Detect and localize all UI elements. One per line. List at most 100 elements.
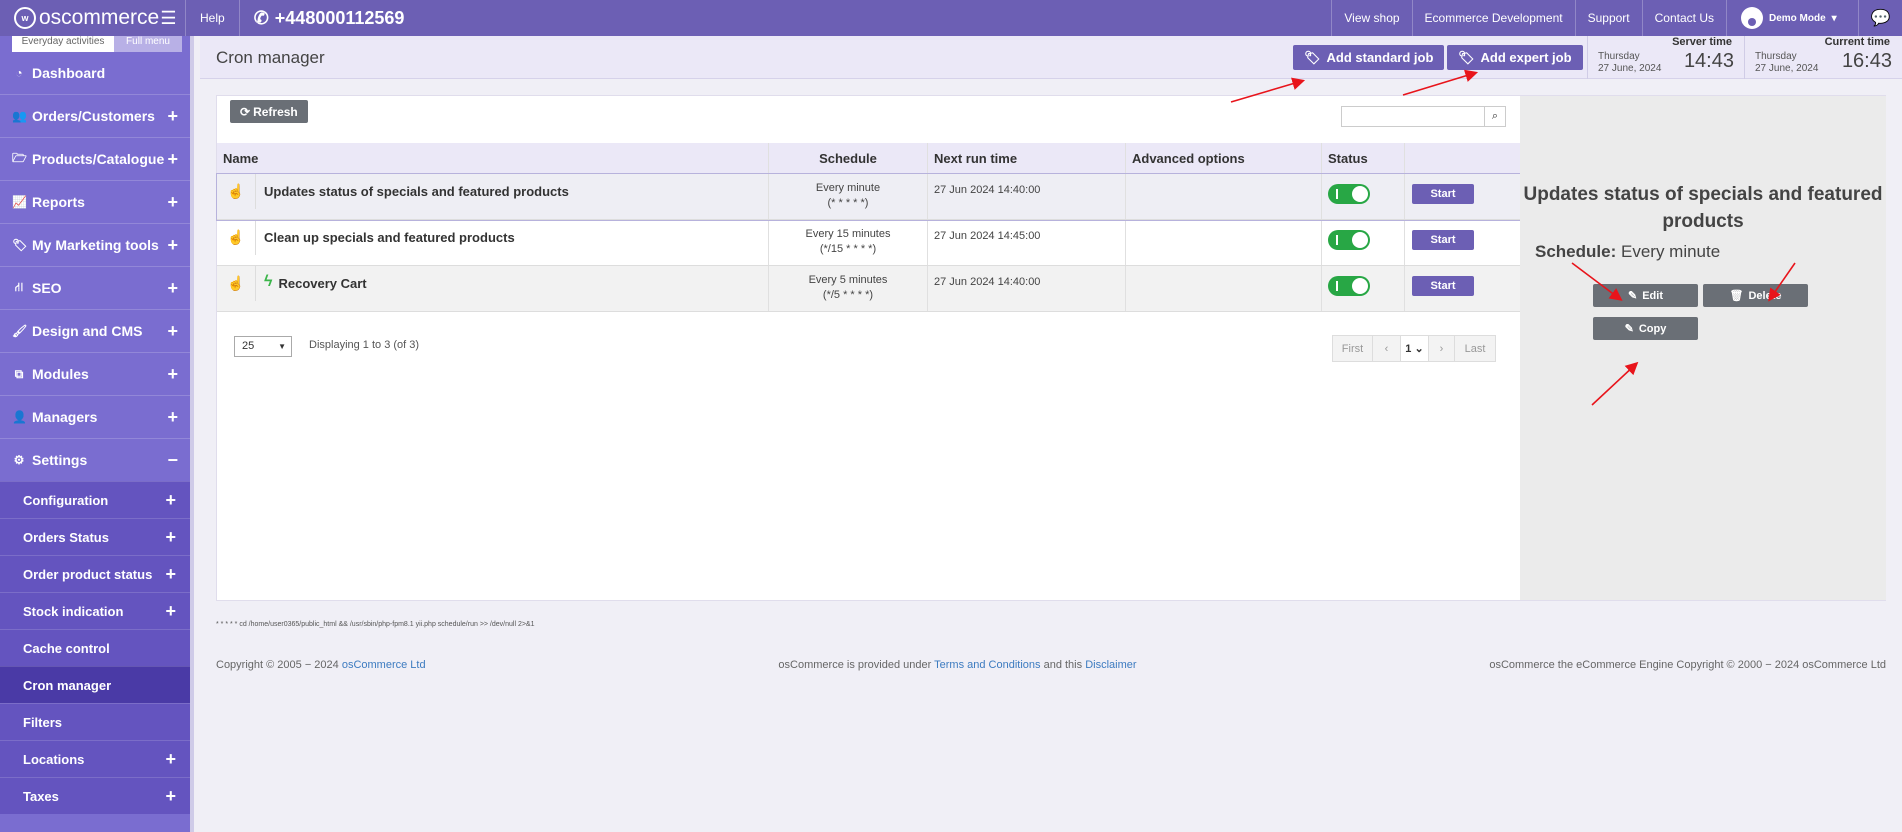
add-standard-job-button[interactable]: 🏷 Add standard job [1293, 45, 1445, 70]
cell-schedule: Every minute (* * * * *) [769, 174, 928, 219]
page-select[interactable]: 1 ⌄ [1401, 336, 1429, 361]
puzzle-icon: ⧉ [14, 366, 24, 381]
start-button[interactable]: Start [1412, 230, 1474, 250]
terms-link[interactable]: Terms and Conditions [934, 659, 1040, 671]
first-page-button[interactable]: First [1333, 336, 1373, 361]
pencil-icon: ✎ [1628, 290, 1638, 302]
user-menu[interactable]: Demo Mode ▾ [1726, 0, 1858, 36]
sidebar-item-seo[interactable]: ⛙ SEO + [0, 266, 194, 309]
drag-handle-icon[interactable]: ☝ [217, 266, 256, 301]
cron-jobs-table: Name Schedule Next run time Advanced opt… [216, 143, 1521, 312]
chevron-down-icon: ▾ [1831, 12, 1837, 24]
column-name[interactable]: Name [217, 143, 769, 173]
oscommerce-ltd-link[interactable]: osCommerce Ltd [342, 659, 426, 671]
sidebar-subitem-taxes[interactable]: Taxes + [0, 777, 194, 814]
sidebar-item-managers[interactable]: 👤 Managers + [0, 395, 194, 438]
tab-everyday-activities[interactable]: Everyday activities [12, 36, 114, 52]
search-input[interactable] [1341, 106, 1485, 127]
current-time-clock: Current time Thursday 27 June, 2024 16:43 [1744, 36, 1902, 79]
caret-down-icon: ▼ [278, 342, 286, 351]
menu-toggle-icon[interactable]: ☰ [152, 0, 186, 36]
delete-button[interactable]: 🗑 Delete [1703, 284, 1808, 307]
sidebar-item-products-catalogue[interactable]: 🗁 Products/Catalogue + [0, 137, 194, 180]
expand-icon: + [167, 277, 178, 298]
cell-name: ☝ Clean up specials and featured products [217, 220, 769, 265]
sidebar-item-settings[interactable]: ⚙ Settings − [0, 438, 194, 481]
contact-us-link[interactable]: Contact Us [1641, 0, 1726, 36]
add-standard-job-label: Add standard job [1326, 50, 1434, 65]
expand-icon: + [167, 148, 178, 169]
column-actions [1405, 143, 1520, 173]
sidebar-item-my-marketing-tools[interactable]: 🏷 My Marketing tools + [0, 223, 194, 266]
column-advanced-options[interactable]: Advanced options [1126, 143, 1322, 173]
next-page-icon[interactable]: › [1429, 336, 1455, 361]
column-schedule[interactable]: Schedule [769, 143, 928, 173]
sidebar-subitem-label: Cron manager [23, 677, 112, 693]
sidebar-item-label: My Marketing tools [32, 237, 159, 253]
sidebar-item-modules[interactable]: ⧉ Modules + [0, 352, 194, 395]
sidebar-subitem-cron-manager[interactable]: Cron manager [0, 666, 194, 703]
edit-label: Edit [1642, 289, 1663, 302]
sidebar-item-label: Design and CMS [32, 323, 143, 339]
column-next-run-time[interactable]: Next run time [928, 143, 1126, 173]
refresh-button[interactable]: ⟳ Refresh [230, 100, 308, 123]
sidebar-subitem-label: Cache control [23, 640, 110, 656]
cell-advanced-options [1126, 174, 1322, 219]
expand-icon: + [165, 785, 176, 806]
sidebar-subitem-orders-status[interactable]: Orders Status + [0, 518, 194, 555]
sidebar-item-orders-customers[interactable]: 👥 Orders/Customers + [0, 94, 194, 137]
logo[interactable]: w oscommerce [0, 0, 166, 36]
details-schedule: Schedule: Every minute [1535, 242, 1720, 262]
edit-button[interactable]: ✎ Edit [1593, 284, 1698, 307]
expand-icon: + [165, 526, 176, 547]
phone-number[interactable]: ✆ +448000112569 [240, 8, 405, 29]
tag-icon: 🏷 [12, 238, 28, 252]
search-icon[interactable]: ⌕ [1485, 106, 1506, 127]
ecommerce-development-link[interactable]: Ecommerce Development [1411, 0, 1575, 36]
start-button[interactable]: Start [1412, 276, 1474, 296]
sidebar-subitem-label: Locations [23, 751, 85, 767]
drag-handle-icon[interactable]: ☝ [217, 220, 256, 255]
start-button[interactable]: Start [1412, 184, 1474, 204]
cell-schedule: Every 5 minutes (*/5 * * * *) [769, 266, 928, 311]
chat-icon[interactable]: 💬 [1858, 0, 1902, 36]
tab-full-menu[interactable]: Full menu [114, 36, 182, 52]
server-time-clock: Server time Thursday 27 June, 2024 14:43 [1587, 36, 1744, 79]
help-link[interactable]: Help [186, 0, 240, 36]
sidebar-subitem-configuration[interactable]: Configuration + [0, 481, 194, 518]
sidebar-subitem-order-product-status[interactable]: Order product status + [0, 555, 194, 592]
job-name: Updates status of specials and featured … [264, 184, 569, 199]
sidebar-subitem-stock-indication[interactable]: Stock indication + [0, 592, 194, 629]
sidebar-subitem-filters[interactable]: Filters [0, 703, 194, 740]
copy-button[interactable]: ✎ Copy [1593, 317, 1698, 340]
support-link[interactable]: Support [1574, 0, 1642, 36]
sidebar-item-reports[interactable]: 📈 Reports + [0, 180, 194, 223]
prev-page-icon[interactable]: ‹ [1373, 336, 1401, 361]
status-toggle[interactable] [1328, 184, 1370, 204]
sidebar-item-dashboard[interactable]: ◔ Dashboard [0, 52, 194, 94]
table-row[interactable]: ☝ Updates status of specials and featured… [216, 173, 1521, 221]
sidebar-item-label: Reports [32, 194, 85, 210]
table-row[interactable]: ☝ Clean up specials and featured products… [217, 220, 1520, 266]
sidebar-scrollbar[interactable] [190, 36, 194, 832]
cron-expression: (*/15 * * * *) [819, 243, 877, 255]
status-toggle[interactable] [1328, 276, 1370, 296]
expand-icon: + [167, 234, 178, 255]
cron-expression: (*/5 * * * *) [822, 289, 874, 301]
table-row[interactable]: ☝ ϟ Recovery Cart Every 5 minutes (*/5 * * *… [217, 266, 1520, 312]
per-page-select[interactable]: 25 ▼ [234, 336, 292, 357]
refresh-icon: ⟳ [240, 104, 251, 119]
cell-status [1322, 174, 1405, 219]
status-toggle[interactable] [1328, 230, 1370, 250]
column-status[interactable]: Status [1322, 143, 1405, 173]
add-expert-job-button[interactable]: 🏷 Add expert job [1447, 45, 1583, 70]
disclaimer-link[interactable]: Disclaimer [1085, 659, 1136, 671]
sidebar-subitem-cache-control[interactable]: Cache control [0, 629, 194, 666]
view-shop-link[interactable]: View shop [1331, 0, 1411, 36]
drag-handle-icon[interactable]: ☝ [217, 174, 256, 209]
expand-icon: + [165, 563, 176, 584]
sidebar-subitem-locations[interactable]: Locations + [0, 740, 194, 777]
sidebar-item-design-and-cms[interactable]: 🖌 Design and CMS + [0, 309, 194, 352]
server-date: Thursday 27 June, 2024 [1598, 51, 1662, 74]
last-page-button[interactable]: Last [1455, 336, 1495, 361]
